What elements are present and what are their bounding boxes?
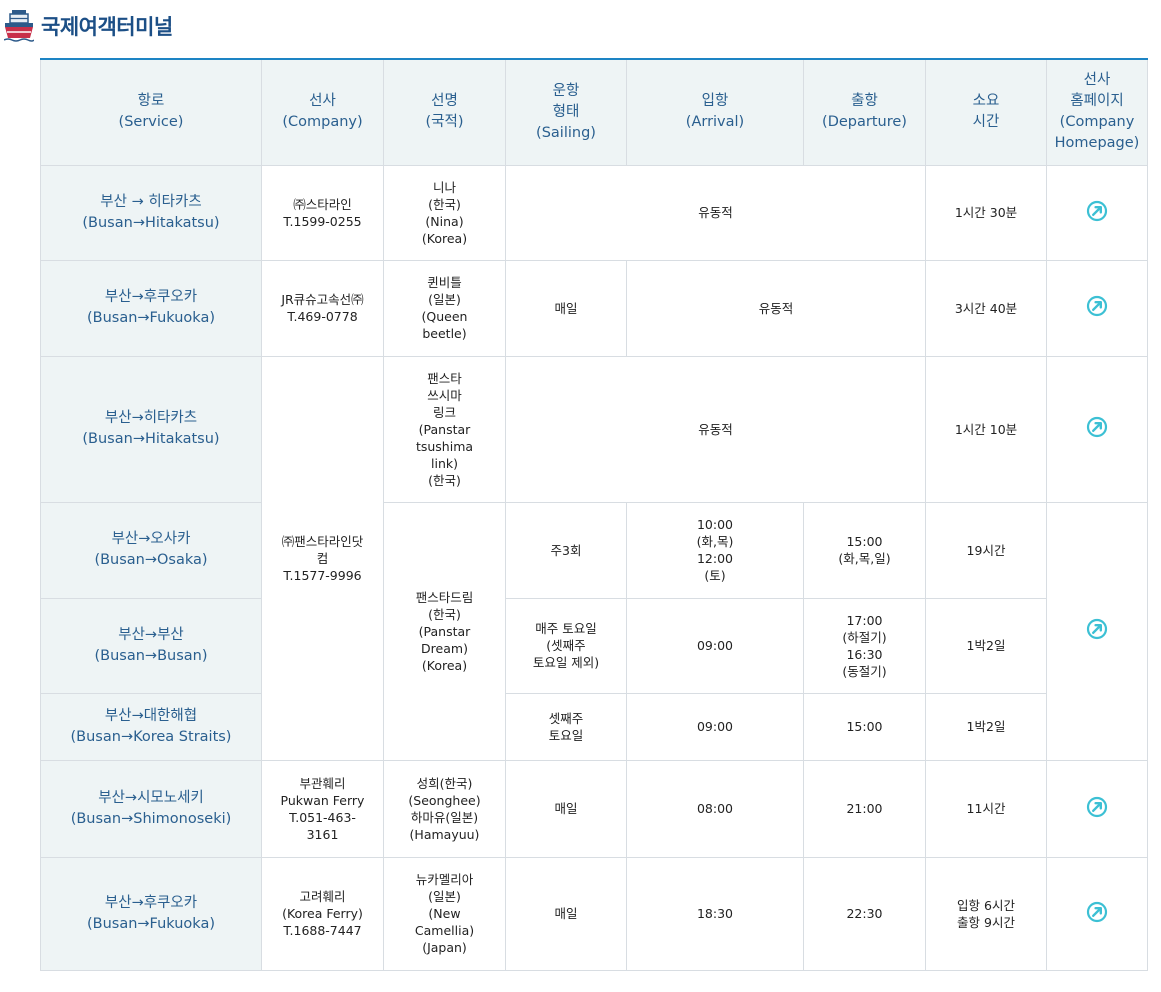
homepage-cell (1046, 759, 1148, 858)
service-cell: 부산→후쿠오카 (Busan→Fukuoka) (40, 259, 262, 357)
service-cell: 부산→오사카 (Busan→Osaka) (40, 501, 262, 599)
duration-cell: 3시간 40분 (925, 259, 1047, 357)
sailing-cell: 매주 토요일 (셋째주 토요일 제외) (505, 597, 627, 694)
homepage-cell (1046, 164, 1148, 261)
ferry-schedule-table: 항로 (Service) 선사 (Company) 선명 (국적) 운항 형태 (Sail… (40, 58, 1148, 971)
sailing-cell: 매일 (505, 759, 627, 858)
departure-cell: 21:00 (803, 759, 926, 858)
service-cell: 부산→후쿠오카 (Busan→Fukuoka) (40, 856, 262, 971)
schedule-cell: 유동적 (505, 164, 926, 261)
external-link-icon[interactable] (1086, 416, 1108, 438)
duration-cell: 19시간 (925, 501, 1047, 599)
table-row: 부산→시모노세키 (Busan→Shimonoseki) 부관훼리 Pukwan F… (40, 759, 1148, 858)
ship-cell: 니나 (한국) (Nina) (Korea) (383, 164, 506, 261)
service-cell: 부산→부산 (Busan→Busan) (40, 597, 262, 694)
departure-cell: 22:30 (803, 856, 926, 971)
service-cell: 부산→대한해협 (Busan→Korea Straits) (40, 692, 262, 761)
ship-cell: 뉴카멜리아 (일본) (New Camellia) (Japan) (383, 856, 506, 971)
company-cell: ㈜스타라인 T.1599-0255 (261, 164, 384, 261)
page-header: 국제여객터미널 (4, 8, 173, 44)
sailing-cell: 매일 (505, 259, 627, 357)
duration-cell: 11시간 (925, 759, 1047, 858)
header-arrival: 입항 (Arrival) (626, 58, 804, 166)
external-link-icon[interactable] (1086, 618, 1108, 640)
external-link-icon[interactable] (1086, 901, 1108, 923)
service-cell: 부산→히타카츠 (Busan→Hitakatsu) (40, 355, 262, 503)
service-cell: 부산→시모노세키 (Busan→Shimonoseki) (40, 759, 262, 858)
homepage-cell (1046, 501, 1148, 761)
header-duration: 소요 시간 (925, 58, 1047, 166)
duration-cell: 입항 6시간 출항 9시간 (925, 856, 1047, 971)
table-row: 부산→히타카츠 (Busan→Hitakatsu) ㈜팬스타라인닷 컴 T.1577-… (40, 355, 1148, 761)
homepage-cell (1046, 259, 1148, 357)
external-link-icon[interactable] (1086, 200, 1108, 222)
ship-cell: 퀸비틀 (일본) (Queen beetle) (383, 259, 506, 357)
header-departure: 출항 (Departure) (803, 58, 926, 166)
homepage-cell (1046, 355, 1148, 503)
ship-cell: 팬스타드림 (한국) (Panstar Dream) (Korea) (383, 501, 506, 761)
duration-cell: 1박2일 (925, 597, 1047, 694)
table-row: 부산→부산 (Busan→Busan) 매주 토요일 (셋째주 토요일 제외) 09:… (40, 597, 1148, 694)
sailing-cell: 셋째주 토요일 (505, 692, 627, 761)
company-cell: ㈜팬스타라인닷 컴 T.1577-9996 (261, 355, 384, 761)
arrival-cell: 09:00 (626, 692, 804, 761)
arrival-cell: 10:00 (화,목) 12:00 (토) (626, 501, 804, 599)
company-cell: 고려훼리 (Korea Ferry) T.1688-7447 (261, 856, 384, 971)
external-link-icon[interactable] (1086, 295, 1108, 317)
arrival-cell: 08:00 (626, 759, 804, 858)
arrival-cell: 09:00 (626, 597, 804, 694)
ship-icon (4, 10, 34, 42)
table-row: 부산→오사카 (Busan→Osaka) 팬스타드림 (한국) (Panstar Dre… (40, 501, 1148, 761)
external-link-icon[interactable] (1086, 796, 1108, 818)
duration-cell: 1박2일 (925, 692, 1047, 761)
header-company: 선사 (Company) (261, 58, 384, 166)
table-row: 부산 → 히타카츠 (Busan→Hitakatsu) ㈜스타라인 T.1599-0… (40, 164, 1148, 261)
duration-cell: 1시간 30분 (925, 164, 1047, 261)
departure-cell: 15:00 (화,목,일) (803, 501, 926, 599)
service-cell: 부산 → 히타카츠 (Busan→Hitakatsu) (40, 164, 262, 261)
departure-cell: 17:00 (하절기) 16:30 (동절기) (803, 597, 926, 694)
ship-cell: 성희(한국) (Seonghee) 하마유(일본) (Hamayuu) (383, 759, 506, 858)
sailing-cell: 주3회 (505, 501, 627, 599)
table-row: 부산→후쿠오카 (Busan→Fukuoka) JR큐슈고속선㈜ T.469-077… (40, 259, 1148, 357)
homepage-cell (1046, 856, 1148, 971)
header-sailing: 운항 형태 (Sailing) (505, 58, 627, 166)
departure-cell: 15:00 (803, 692, 926, 761)
table-row: 부산→후쿠오카 (Busan→Fukuoka) 고려훼리 (Korea Ferry)… (40, 856, 1148, 971)
schedule-cell: 유동적 (505, 355, 926, 503)
company-cell: 부관훼리 Pukwan Ferry T.051-463- 3161 (261, 759, 384, 858)
ship-cell: 팬스타 쓰시마 링크 (Panstar tsushima link) (한국) (383, 355, 506, 503)
duration-cell: 1시간 10분 (925, 355, 1047, 503)
header-homepage: 선사 홈페이지 (Company Homepage) (1046, 58, 1148, 166)
sailing-cell: 매일 (505, 856, 627, 971)
schedule-cell: 유동적 (626, 259, 926, 357)
header-ship: 선명 (국적) (383, 58, 506, 166)
header-service: 항로 (Service) (40, 58, 262, 166)
company-cell: JR큐슈고속선㈜ T.469-0778 (261, 259, 384, 357)
page-title: 국제여객터미널 (41, 15, 173, 39)
table-row: 부산→대한해협 (Busan→Korea Straits) 셋째주 토요일 09:0… (40, 692, 1148, 761)
arrival-cell: 18:30 (626, 856, 804, 971)
